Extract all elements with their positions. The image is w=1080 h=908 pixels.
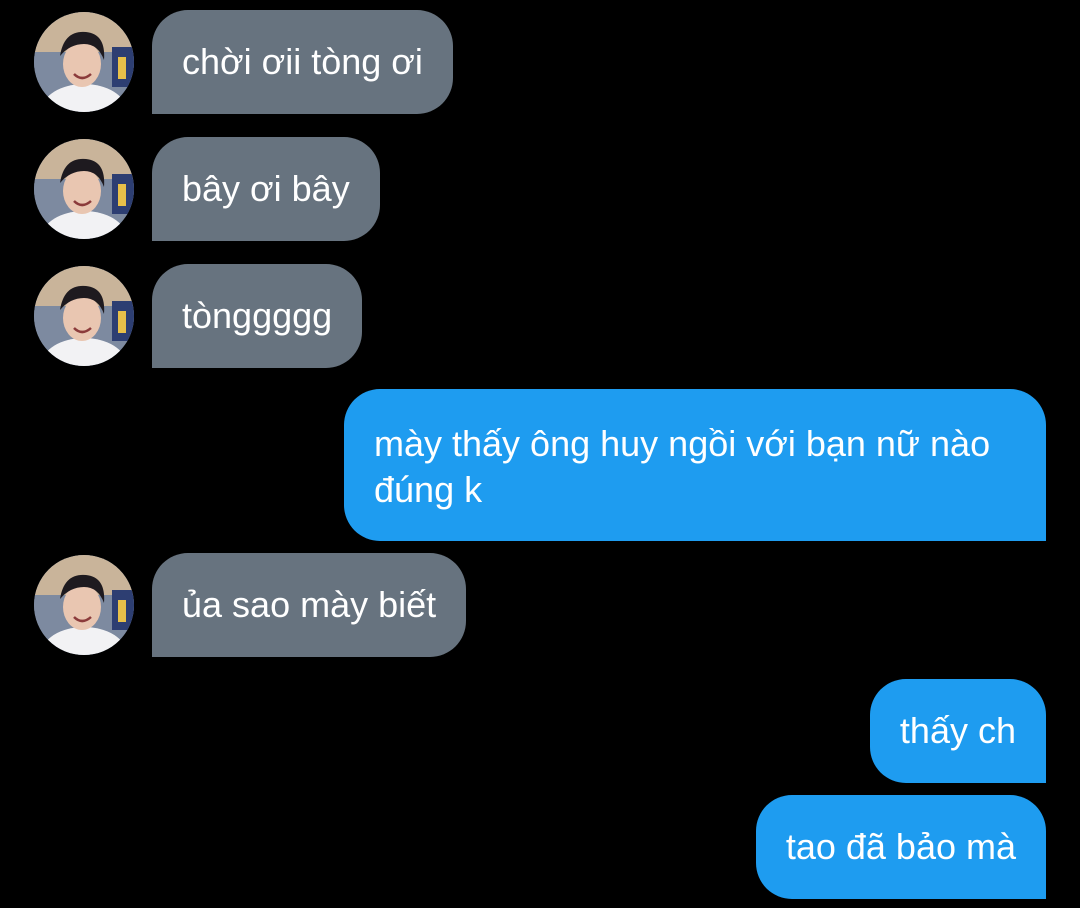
- chat-thread: chời ơii tòng ơi bây ơi bây tònggggg mày…: [0, 0, 1080, 908]
- contact-avatar[interactable]: [34, 266, 134, 366]
- outgoing-message-bubble[interactable]: mày thấy ông huy ngồi với bạn nữ nào đún…: [344, 389, 1046, 541]
- incoming-message-bubble[interactable]: bây ơi bây: [152, 137, 380, 241]
- outgoing-message-bubble[interactable]: tao đã bảo mà: [755, 795, 1046, 899]
- contact-avatar[interactable]: [34, 555, 134, 655]
- incoming-message-bubble[interactable]: ủa sao mày biết: [152, 553, 467, 657]
- message-text: tònggggg: [182, 295, 333, 336]
- outgoing-message-bubble[interactable]: thấy ch: [869, 679, 1046, 783]
- incoming-message-bubble[interactable]: chời ơii tòng ơi: [152, 10, 453, 114]
- avatar-photo-icon: [34, 12, 134, 112]
- message-text: chời ơii tòng ơi: [182, 41, 423, 82]
- avatar-photo-icon: [34, 266, 134, 366]
- message-text: thấy ch: [899, 710, 1016, 751]
- message-text: tao đã bảo mà: [785, 826, 1016, 867]
- message-text: mày thấy ông huy ngồi với bạn nữ nào đún…: [374, 423, 991, 510]
- message-text: ủa sao mày biết: [182, 584, 437, 625]
- incoming-message-bubble[interactable]: tònggggg: [152, 264, 363, 368]
- contact-avatar[interactable]: [34, 12, 134, 112]
- message-text: bây ơi bây: [182, 168, 350, 209]
- avatar-photo-icon: [34, 555, 134, 655]
- avatar-photo-icon: [34, 139, 134, 239]
- contact-avatar[interactable]: [34, 139, 134, 239]
